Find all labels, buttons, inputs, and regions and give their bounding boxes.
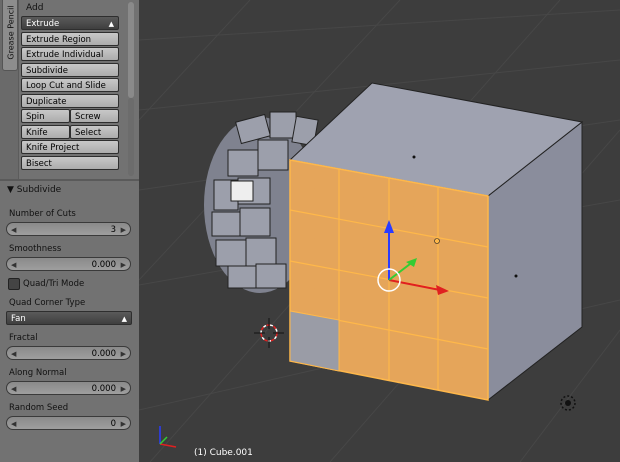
- screw-button[interactable]: Screw: [70, 109, 119, 123]
- quad-corner-type-value: Fan: [11, 314, 26, 324]
- decrement-arrow-icon[interactable]: ◀: [11, 258, 16, 272]
- number-of-cuts-label: Number of Cuts: [9, 209, 76, 219]
- loop-cut-and-slide-button[interactable]: Loop Cut and Slide: [21, 78, 119, 92]
- tab-strip: Grease Pencil: [0, 0, 19, 180]
- dropdown-arrows-icon: ▲: [121, 315, 127, 323]
- decrement-arrow-icon[interactable]: ◀: [11, 382, 16, 396]
- tool-shelf: Grease Pencil Add Extrude ▲ Extrude Regi…: [0, 0, 139, 462]
- viewport-scene: [139, 0, 620, 462]
- operator-panel-header[interactable]: ▼ Subdivide: [7, 185, 61, 195]
- fractal-field[interactable]: ◀ 0.000 ▶: [6, 346, 131, 360]
- spin-button[interactable]: Spin: [21, 109, 70, 123]
- select-button[interactable]: Select: [70, 125, 119, 139]
- decrement-arrow-icon[interactable]: ◀: [11, 223, 16, 237]
- quad-tri-mode-checkbox[interactable]: [8, 278, 20, 290]
- 3d-cursor-icon[interactable]: [254, 318, 284, 348]
- tab-grease-pencil[interactable]: Grease Pencil: [2, 0, 18, 71]
- knife-button[interactable]: Knife: [21, 125, 70, 139]
- number-of-cuts-field[interactable]: ◀ 3 ▶: [6, 222, 131, 236]
- increment-arrow-icon[interactable]: ▶: [121, 347, 126, 361]
- object-origin-dot: [434, 238, 440, 244]
- 3d-viewport[interactable]: (1) Cube.001: [139, 0, 620, 462]
- view-axes-gizmo: [159, 426, 177, 448]
- viewport-status-text: (1) Cube.001: [194, 448, 253, 458]
- tool-shelf-scrollbar[interactable]: [128, 2, 134, 98]
- increment-arrow-icon[interactable]: ▶: [121, 258, 126, 272]
- smoothness-label: Smoothness: [9, 244, 62, 254]
- random-seed-field[interactable]: ◀ 0 ▶: [6, 416, 131, 430]
- operator-panel-title: Subdivide: [16, 185, 62, 195]
- collapse-triangle-icon: ▼: [7, 185, 14, 195]
- number-of-cuts-value: 3: [110, 225, 116, 235]
- fractal-value: 0.000: [91, 349, 116, 359]
- decrement-arrow-icon[interactable]: ◀: [11, 347, 16, 361]
- along-normal-field[interactable]: ◀ 0.000 ▶: [6, 381, 131, 395]
- quad-corner-type-label: Quad Corner Type: [9, 298, 86, 308]
- top-face-center-dot: [412, 155, 416, 159]
- bisect-button[interactable]: Bisect: [21, 156, 119, 170]
- along-normal-value: 0.000: [91, 384, 116, 394]
- tool-shelf-scroll-track: [128, 98, 134, 176]
- unselected-face[interactable]: [289, 310, 340, 372]
- dropdown-arrows-icon: ▲: [108, 20, 114, 28]
- increment-arrow-icon[interactable]: ▶: [121, 417, 126, 431]
- subdivide-button[interactable]: Subdivide: [21, 63, 119, 77]
- extrude-dropdown-label: Extrude: [26, 19, 60, 29]
- smoothness-value: 0.000: [91, 260, 116, 270]
- decrement-arrow-icon[interactable]: ◀: [11, 417, 16, 431]
- panel-divider: [0, 179, 139, 181]
- fractal-label: Fractal: [9, 333, 38, 343]
- increment-arrow-icon[interactable]: ▶: [121, 223, 126, 237]
- extrude-individual-button[interactable]: Extrude Individual: [21, 47, 119, 61]
- along-normal-label: Along Normal: [9, 368, 67, 378]
- random-seed-label: Random Seed: [9, 403, 69, 413]
- quad-tri-mode-label: Quad/Tri Mode: [23, 279, 85, 289]
- duplicate-button[interactable]: Duplicate: [21, 94, 119, 108]
- extrude-dropdown[interactable]: Extrude ▲: [21, 16, 119, 30]
- tab-label: Grease Pencil: [6, 5, 16, 60]
- knife-project-button[interactable]: Knife Project: [21, 140, 119, 154]
- side-face-center-dot: [514, 274, 518, 278]
- smoothness-field[interactable]: ◀ 0.000 ▶: [6, 257, 131, 271]
- random-seed-value: 0: [110, 419, 116, 429]
- extrude-region-button[interactable]: Extrude Region: [21, 32, 119, 46]
- increment-arrow-icon[interactable]: ▶: [121, 382, 126, 396]
- quad-corner-type-dropdown[interactable]: Fan ▲: [6, 311, 132, 325]
- add-header: Add: [26, 3, 44, 13]
